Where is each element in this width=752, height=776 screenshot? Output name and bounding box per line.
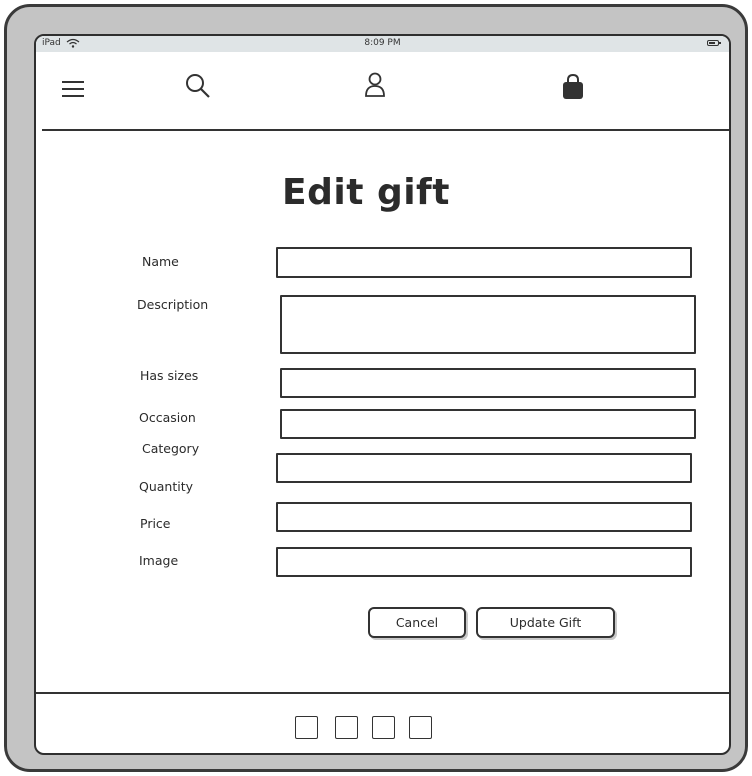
name-label: Name — [142, 254, 179, 269]
ipad-frame: iPad 8:09 PM Edit gift Name Description … — [4, 4, 748, 772]
image-label: Image — [139, 553, 179, 568]
status-bar: iPad 8:09 PM — [36, 36, 729, 52]
page-title: Edit gift — [282, 172, 450, 213]
occasion-input[interactable] — [280, 409, 696, 439]
cancel-button[interactable]: Cancel — [368, 607, 466, 638]
battery-icon — [707, 40, 721, 46]
page-indicator-1[interactable] — [295, 716, 318, 739]
page-indicator-3[interactable] — [372, 716, 395, 739]
description-input[interactable] — [280, 295, 696, 354]
image-input[interactable] — [276, 547, 692, 577]
category-input[interactable] — [276, 453, 692, 483]
quantity-label: Quantity — [139, 479, 194, 494]
category-label: Category — [142, 441, 200, 456]
name-input[interactable] — [276, 247, 692, 278]
user-icon[interactable] — [364, 72, 386, 98]
screen: iPad 8:09 PM Edit gift Name Description … — [34, 34, 731, 755]
price-label: Price — [140, 516, 171, 531]
status-time: 8:09 PM — [364, 38, 401, 48]
footer-divider — [36, 692, 729, 694]
occasion-label: Occasion — [139, 410, 196, 425]
has-sizes-label: Has sizes — [140, 368, 199, 383]
page-indicator-4[interactable] — [409, 716, 432, 739]
hamburger-menu-icon[interactable] — [61, 79, 85, 99]
price-input[interactable] — [276, 502, 692, 532]
nav-divider — [42, 129, 729, 131]
search-icon[interactable] — [185, 73, 211, 99]
shopping-bag-icon[interactable] — [562, 74, 584, 100]
has-sizes-input[interactable] — [280, 368, 696, 398]
description-label: Description — [137, 297, 209, 312]
page-indicator-2[interactable] — [335, 716, 358, 739]
update-gift-button[interactable]: Update Gift — [476, 607, 615, 638]
